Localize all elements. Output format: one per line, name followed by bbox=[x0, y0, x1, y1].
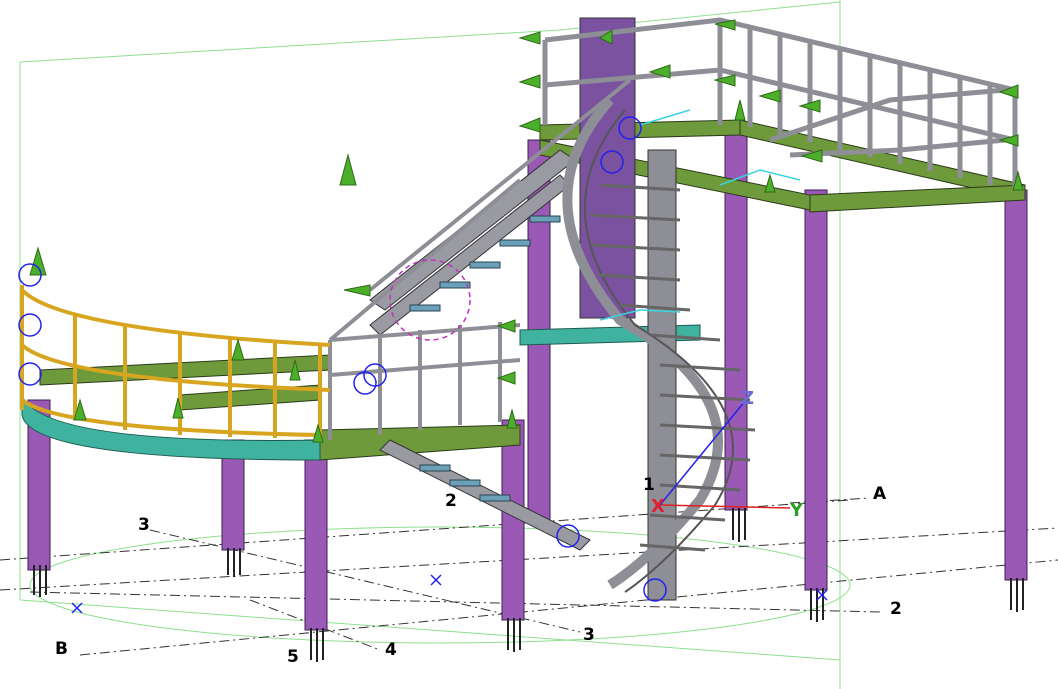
grid-label-1: 1 bbox=[643, 475, 655, 495]
grid-label-3-left: 3 bbox=[138, 515, 150, 535]
grid-markers bbox=[71, 574, 828, 614]
axis-x-label: X bbox=[651, 496, 665, 517]
grid-label-3-bottom: 3 bbox=[583, 625, 595, 645]
axis-z-label: Z bbox=[741, 388, 754, 409]
grid-label-b: B bbox=[55, 639, 68, 659]
axis-y-label: Y bbox=[789, 500, 804, 521]
base-plates bbox=[33, 508, 1024, 662]
3d-model-viewport[interactable]: A B 2 2 3 3 4 5 1 X Y Z bbox=[0, 0, 1058, 689]
straight-stair[interactable] bbox=[369, 149, 591, 551]
grid-label-2-right: 2 bbox=[890, 599, 902, 619]
grid-label-a: A bbox=[873, 484, 887, 504]
grid-label-2-left: 2 bbox=[445, 491, 457, 511]
grid-label-5: 5 bbox=[287, 647, 299, 667]
grid-label-4: 4 bbox=[385, 640, 397, 660]
grid-labels: A B 2 2 3 3 4 5 1 bbox=[55, 475, 902, 667]
